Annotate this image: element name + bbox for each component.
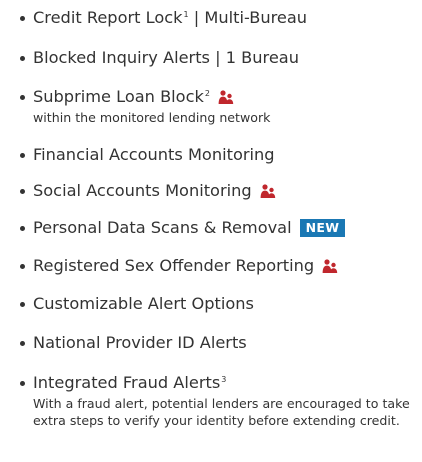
feature-suffix: | Multi-Bureau (188, 8, 308, 27)
feature-label: Social Accounts Monitoring (33, 181, 252, 200)
feature-label: Financial Accounts Monitoring (33, 145, 275, 164)
bullet (20, 95, 25, 100)
feature-personal-data-scans: Personal Data Scans & Removal NEW (20, 216, 412, 240)
bullet (20, 226, 25, 231)
feature-description: within the monitored lending network (33, 110, 271, 125)
bullet (20, 341, 25, 346)
feature-customizable-alert-options: Customizable Alert Options (20, 292, 412, 316)
feature-label: Subprime Loan Block (33, 87, 204, 106)
feature-sex-offender-reporting: Registered Sex Offender Reporting (20, 254, 412, 278)
family-icon (218, 90, 234, 104)
feature-national-provider-id-alerts: National Provider ID Alerts (20, 331, 412, 355)
family-icon (322, 259, 338, 273)
feature-label: Blocked Inquiry Alerts | 1 Bureau (33, 48, 299, 67)
feature-blocked-inquiry-alerts: Blocked Inquiry Alerts | 1 Bureau (20, 46, 412, 70)
feature-label: Credit Report Lock (33, 8, 183, 27)
feature-integrated-fraud-alerts: Integrated Fraud Alerts 3 With a fraud al… (20, 371, 412, 429)
bullet (20, 56, 25, 61)
feature-financial-accounts-monitoring: Financial Accounts Monitoring (20, 143, 412, 167)
feature-label: Customizable Alert Options (33, 294, 254, 313)
bullet (20, 381, 25, 386)
feature-social-accounts-monitoring: Social Accounts Monitoring (20, 179, 412, 203)
feature-label: National Provider ID Alerts (33, 333, 247, 352)
feature-subprime-loan-block: Subprime Loan Block 2 within the monitore… (20, 85, 412, 126)
feature-description: With a fraud alert, potential lenders ar… (33, 396, 410, 428)
feature-label: Personal Data Scans & Removal (33, 218, 292, 237)
bullet (20, 189, 25, 194)
bullet (20, 153, 25, 158)
feature-label: Registered Sex Offender Reporting (33, 256, 315, 275)
feature-credit-report-lock: Credit Report Lock 1 | Multi-Bureau (20, 6, 412, 30)
bullet (20, 302, 25, 307)
new-badge: NEW (299, 219, 346, 237)
bullet (20, 16, 25, 21)
family-icon (260, 184, 275, 198)
bullet (20, 264, 25, 269)
feature-label: Integrated Fraud Alerts (33, 373, 221, 392)
